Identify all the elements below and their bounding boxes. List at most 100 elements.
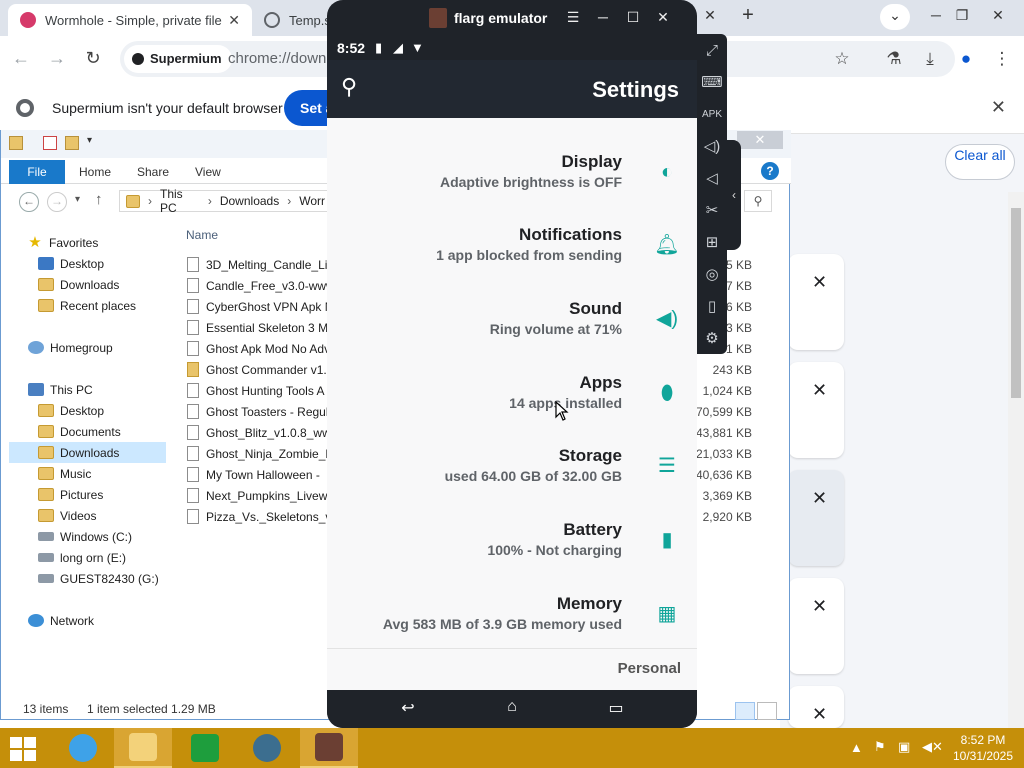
apk-install-icon[interactable]: APK	[701, 104, 723, 126]
setting-memory[interactable]: Memory Avg 583 MB of 3.9 GB memory used …	[327, 594, 697, 668]
nav-videos[interactable]: Videos	[38, 505, 96, 526]
setting-sound[interactable]: Sound Ring volume at 71% ◀)	[327, 299, 697, 373]
download-icon[interactable]: ⤓	[918, 47, 942, 71]
nav-drive-g[interactable]: GUEST82430 (G:)	[38, 568, 159, 589]
screenshot-cut-icon[interactable]: ✂	[701, 200, 723, 222]
download-item[interactable]: ✕	[788, 254, 844, 350]
system-clock[interactable]: 8:52 PM 10/31/2025	[950, 732, 1016, 764]
tab-home[interactable]: Home	[79, 160, 111, 184]
fullscreen-icon[interactable]: ⤢	[701, 40, 723, 62]
volume-up-icon[interactable]: ◁)	[701, 136, 723, 158]
remove-download-icon[interactable]: ✕	[812, 380, 827, 401]
nav-homegroup[interactable]: Homegroup	[28, 337, 113, 358]
show-hidden-icons-icon[interactable]: ▲	[850, 740, 863, 768]
forward-arrow-icon[interactable]: →	[47, 192, 67, 212]
download-item[interactable]: ✕	[788, 362, 844, 458]
site-chip[interactable]: Supermium	[124, 45, 232, 73]
menu-kebab-icon[interactable]: ⋮	[990, 47, 1014, 71]
close-button[interactable]: ✕	[978, 0, 1018, 34]
nav-favorites[interactable]: ★ Favorites	[27, 232, 98, 253]
location-icon[interactable]: ◎	[701, 264, 723, 286]
search-icon[interactable]: ⚲	[341, 74, 357, 100]
volume-down-icon[interactable]: ◁	[701, 168, 723, 190]
close-button[interactable]: ✕	[653, 9, 673, 26]
large-icons-view-icon[interactable]	[757, 702, 777, 720]
multi-instance-icon[interactable]: ⊞	[701, 232, 723, 254]
setting-apps[interactable]: Apps 14 apps installed ⬮	[327, 373, 697, 447]
remove-download-icon[interactable]: ✕	[812, 596, 827, 617]
new-tab-button[interactable]: +	[728, 0, 768, 34]
home-nav-icon[interactable]: ⌂	[497, 698, 527, 718]
nav-network[interactable]: Network	[28, 610, 94, 631]
url-text[interactable]: chrome://downl	[228, 41, 330, 77]
breadcrumb-item[interactable]: Downloads	[220, 194, 279, 208]
taskbar-store[interactable]	[176, 728, 234, 768]
scrollbar-thumb[interactable]	[1011, 208, 1021, 398]
maximize-button[interactable]: ❐	[942, 0, 982, 34]
tab-close-icon[interactable]: ✕	[228, 12, 240, 29]
nav-pc-downloads[interactable]: Downloads	[9, 442, 166, 463]
infobar-close-icon[interactable]: ✕	[991, 97, 1006, 118]
customize-toolbar-icon[interactable]: ▾	[87, 135, 92, 146]
back-nav-icon[interactable]: ↩	[393, 698, 423, 718]
help-icon[interactable]: ?	[761, 162, 779, 180]
new-folder-icon[interactable]	[65, 136, 79, 150]
download-item[interactable]: ✕	[788, 578, 844, 674]
setting-battery[interactable]: Battery 100% - Not charging ▮	[327, 520, 697, 594]
nav-pictures[interactable]: Pictures	[38, 484, 103, 505]
properties-icon[interactable]	[43, 136, 57, 150]
tab-search-button[interactable]: ⌄	[880, 4, 910, 30]
recent-locations-icon[interactable]: ▾	[75, 194, 80, 205]
setting-notifications[interactable]: Notifications 1 app blocked from sending…	[327, 225, 697, 299]
labs-flask-icon[interactable]: ⚗	[882, 47, 906, 71]
nav-this-pc[interactable]: This PC	[28, 379, 93, 400]
forward-arrow-icon[interactable]: →	[44, 46, 70, 72]
keyboard-icon[interactable]: ⌨	[701, 72, 723, 94]
remove-download-icon[interactable]: ✕	[812, 272, 827, 293]
taskbar-internet-explorer[interactable]	[54, 728, 112, 768]
taskbar-flarg-emulator[interactable]	[300, 728, 358, 768]
setting-storage[interactable]: Storage used 64.00 GB of 32.00 GB ☰	[327, 446, 697, 520]
network-tray-icon[interactable]: ▣	[898, 739, 910, 768]
nav-pc-desktop[interactable]: Desktop	[38, 400, 104, 421]
nav-recent-places[interactable]: Recent places	[38, 295, 136, 316]
hamburger-menu-icon[interactable]: ☰	[563, 9, 583, 26]
taskbar-file-explorer[interactable]	[114, 728, 172, 768]
maximize-button[interactable]: ☐	[623, 9, 643, 26]
remove-download-icon[interactable]: ✕	[812, 704, 827, 725]
taskbar-supermium[interactable]	[238, 728, 296, 768]
minimize-button[interactable]: ─	[593, 9, 613, 25]
nav-desktop[interactable]: Desktop	[38, 253, 104, 274]
breadcrumb-item[interactable]: Worr	[299, 194, 325, 208]
profile-icon[interactable]: ●	[954, 47, 978, 71]
download-item[interactable]: ✕	[788, 470, 844, 566]
start-button[interactable]	[10, 737, 38, 761]
nav-documents[interactable]: Documents	[38, 421, 121, 442]
tab-wormhole[interactable]: Wormhole - Simple, private file ✕	[8, 4, 252, 36]
recents-nav-icon[interactable]: ▭	[601, 698, 631, 718]
back-arrow-icon[interactable]: ←	[8, 46, 34, 72]
volume-muted-icon[interactable]: ◀✕	[922, 739, 943, 768]
bookmark-star-icon[interactable]: ☆	[830, 47, 854, 71]
search-icon[interactable]: ⚲	[744, 190, 772, 212]
shake-icon[interactable]: ▯	[701, 296, 723, 318]
column-header-name[interactable]: Name	[186, 228, 218, 242]
sidebar-collapse-icon[interactable]: ‹	[727, 140, 741, 250]
nav-drive-c[interactable]: Windows (C:)	[38, 526, 132, 547]
up-arrow-icon[interactable]: ↑	[95, 191, 103, 208]
page-scrollbar[interactable]	[1008, 192, 1024, 728]
details-view-icon[interactable]	[735, 702, 755, 720]
setting-display[interactable]: Display Adaptive brightness is OFF ◐	[327, 152, 697, 226]
breadcrumb-item[interactable]: This PC	[160, 187, 200, 215]
action-center-flag-icon[interactable]: ⚑	[874, 739, 886, 768]
reload-icon[interactable]: ↻	[80, 46, 106, 72]
breadcrumb[interactable]: › This PC › Downloads › Worr	[119, 187, 334, 215]
settings-gear-icon[interactable]: ⚙	[701, 328, 723, 350]
back-arrow-icon[interactable]: ←	[19, 192, 39, 212]
clear-all-button[interactable]: Clear all	[945, 144, 1015, 180]
explorer-close-button[interactable]: ✕	[737, 131, 783, 149]
nav-downloads[interactable]: Downloads	[38, 274, 119, 295]
tab-share[interactable]: Share	[137, 160, 169, 184]
download-item[interactable]: ✕	[788, 686, 844, 728]
nav-music[interactable]: Music	[38, 463, 91, 484]
